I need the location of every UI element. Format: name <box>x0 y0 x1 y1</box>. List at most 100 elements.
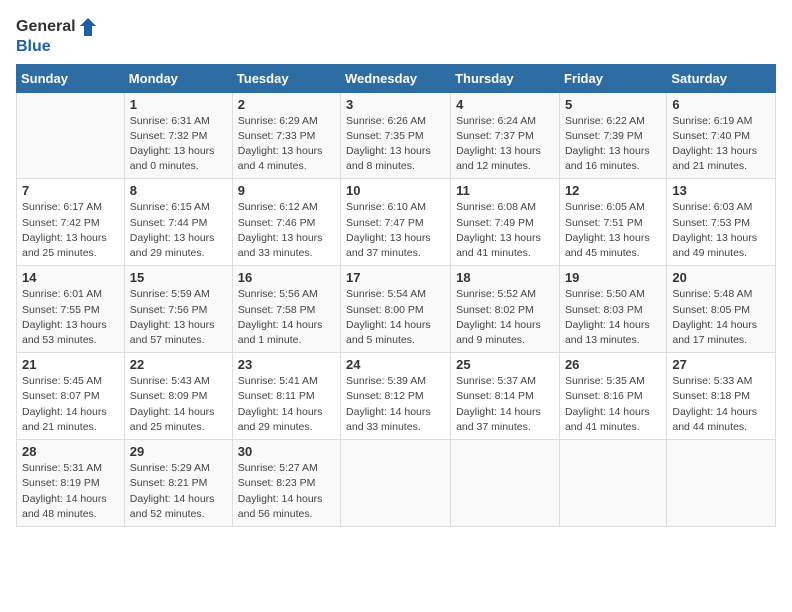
calendar-week-row: 28Sunrise: 5:31 AM Sunset: 8:19 PM Dayli… <box>17 440 776 527</box>
calendar-cell: 18 Sunrise: 5:52 AM Sunset: 8:02 PM Dayli… <box>451 266 560 353</box>
calendar-table: SundayMondayTuesdayWednesdayThursdayFrid… <box>16 64 776 527</box>
calendar-week-row: 1 Sunrise: 6:31 AM Sunset: 7:32 PM Daylig… <box>17 92 776 179</box>
calendar-cell: 8 Sunrise: 6:15 AM Sunset: 7:44 PM Daylig… <box>124 179 232 266</box>
day-info: Sunrise: 6:10 AM Sunset: 7:47 PM Dayligh… <box>346 200 445 261</box>
calendar-cell: 25 Sunrise: 5:37 AM Sunset: 8:14 PM Dayli… <box>451 353 560 440</box>
calendar-cell: 9 Sunrise: 6:12 AM Sunset: 7:46 PM Daylig… <box>232 179 340 266</box>
day-number: 11 <box>456 183 554 198</box>
day-info: Sunrise: 6:22 AM Sunset: 7:39 PM Dayligh… <box>565 114 661 175</box>
day-number: 25 <box>456 357 554 372</box>
calendar-cell: 6Sunrise: 6:19 AM Sunset: 7:40 PM Daylig… <box>667 92 776 179</box>
day-number: 7 <box>22 183 119 198</box>
calendar-cell: 10 Sunrise: 6:10 AM Sunset: 7:47 PM Dayli… <box>341 179 451 266</box>
day-info: Sunrise: 5:50 AM Sunset: 8:03 PM Dayligh… <box>565 287 661 348</box>
calendar-cell: 16 Sunrise: 5:56 AM Sunset: 7:58 PM Dayli… <box>232 266 340 353</box>
day-number: 28 <box>22 444 119 459</box>
day-info: Sunrise: 5:52 AM Sunset: 8:02 PM Dayligh… <box>456 287 554 348</box>
calendar-cell: 29Sunrise: 5:29 AM Sunset: 8:21 PM Dayli… <box>124 440 232 527</box>
calendar-cell: 7 Sunrise: 6:17 AM Sunset: 7:42 PM Daylig… <box>17 179 125 266</box>
logo-wordmark: General Blue <box>16 16 98 56</box>
calendar-cell <box>17 92 125 179</box>
calendar-cell: 1 Sunrise: 6:31 AM Sunset: 7:32 PM Daylig… <box>124 92 232 179</box>
day-number: 26 <box>565 357 661 372</box>
day-number: 15 <box>130 270 227 285</box>
day-number: 8 <box>130 183 227 198</box>
calendar-cell: 17 Sunrise: 5:54 AM Sunset: 8:00 PM Dayli… <box>341 266 451 353</box>
calendar-cell: 2 Sunrise: 6:29 AM Sunset: 7:33 PM Daylig… <box>232 92 340 179</box>
weekday-header-friday: Friday <box>559 64 666 92</box>
calendar-cell: 23 Sunrise: 5:41 AM Sunset: 8:11 PM Dayli… <box>232 353 340 440</box>
weekday-header-sunday: Sunday <box>17 64 125 92</box>
day-number: 18 <box>456 270 554 285</box>
day-number: 21 <box>22 357 119 372</box>
calendar-cell <box>667 440 776 527</box>
calendar-cell: 5 Sunrise: 6:22 AM Sunset: 7:39 PM Daylig… <box>559 92 666 179</box>
day-number: 12 <box>565 183 661 198</box>
weekday-header-row: SundayMondayTuesdayWednesdayThursdayFrid… <box>17 64 776 92</box>
day-number: 27 <box>672 357 770 372</box>
day-number: 10 <box>346 183 445 198</box>
calendar-cell <box>341 440 451 527</box>
day-info: Sunrise: 5:37 AM Sunset: 8:14 PM Dayligh… <box>456 374 554 435</box>
day-number: 1 <box>130 97 227 112</box>
day-info: Sunrise: 5:43 AM Sunset: 8:09 PM Dayligh… <box>130 374 227 435</box>
day-info: Sunrise: 5:27 AM Sunset: 8:23 PM Dayligh… <box>238 461 335 522</box>
day-number: 16 <box>238 270 335 285</box>
day-info: Sunrise: 5:48 AM Sunset: 8:05 PM Dayligh… <box>672 287 770 348</box>
calendar-cell: 27Sunrise: 5:33 AM Sunset: 8:18 PM Dayli… <box>667 353 776 440</box>
day-info: Sunrise: 5:45 AM Sunset: 8:07 PM Dayligh… <box>22 374 119 435</box>
day-info: Sunrise: 5:41 AM Sunset: 8:11 PM Dayligh… <box>238 374 335 435</box>
logo: General Blue <box>16 16 98 56</box>
day-info: Sunrise: 5:35 AM Sunset: 8:16 PM Dayligh… <box>565 374 661 435</box>
day-number: 17 <box>346 270 445 285</box>
day-info: Sunrise: 6:31 AM Sunset: 7:32 PM Dayligh… <box>130 114 227 175</box>
day-number: 9 <box>238 183 335 198</box>
day-number: 20 <box>672 270 770 285</box>
day-number: 24 <box>346 357 445 372</box>
logo-blue: Blue <box>16 38 51 55</box>
calendar-header: SundayMondayTuesdayWednesdayThursdayFrid… <box>17 64 776 92</box>
calendar-cell: 3Sunrise: 6:26 AM Sunset: 7:35 PM Daylig… <box>341 92 451 179</box>
calendar-cell: 20 Sunrise: 5:48 AM Sunset: 8:05 PM Dayli… <box>667 266 776 353</box>
day-number: 2 <box>238 97 335 112</box>
weekday-header-monday: Monday <box>124 64 232 92</box>
day-info: Sunrise: 6:05 AM Sunset: 7:51 PM Dayligh… <box>565 200 661 261</box>
logo-general: General <box>16 18 76 36</box>
calendar-week-row: 14 Sunrise: 6:01 AM Sunset: 7:55 PM Dayli… <box>17 266 776 353</box>
day-info: Sunrise: 6:03 AM Sunset: 7:53 PM Dayligh… <box>672 200 770 261</box>
day-info: Sunrise: 6:12 AM Sunset: 7:46 PM Dayligh… <box>238 200 335 261</box>
day-info: Sunrise: 6:01 AM Sunset: 7:55 PM Dayligh… <box>22 287 119 348</box>
calendar-cell: 14 Sunrise: 6:01 AM Sunset: 7:55 PM Dayli… <box>17 266 125 353</box>
weekday-header-tuesday: Tuesday <box>232 64 340 92</box>
day-number: 23 <box>238 357 335 372</box>
day-number: 14 <box>22 270 119 285</box>
calendar-cell: 28Sunrise: 5:31 AM Sunset: 8:19 PM Dayli… <box>17 440 125 527</box>
weekday-header-thursday: Thursday <box>451 64 560 92</box>
calendar-cell <box>451 440 560 527</box>
day-info: Sunrise: 6:24 AM Sunset: 7:37 PM Dayligh… <box>456 114 554 175</box>
day-info: Sunrise: 6:17 AM Sunset: 7:42 PM Dayligh… <box>22 200 119 261</box>
day-number: 29 <box>130 444 227 459</box>
day-number: 5 <box>565 97 661 112</box>
day-number: 13 <box>672 183 770 198</box>
calendar-cell: 21 Sunrise: 5:45 AM Sunset: 8:07 PM Dayli… <box>17 353 125 440</box>
calendar-cell <box>559 440 666 527</box>
day-info: Sunrise: 5:54 AM Sunset: 8:00 PM Dayligh… <box>346 287 445 348</box>
calendar-cell: 22Sunrise: 5:43 AM Sunset: 8:09 PM Dayli… <box>124 353 232 440</box>
calendar-cell: 4 Sunrise: 6:24 AM Sunset: 7:37 PM Daylig… <box>451 92 560 179</box>
day-info: Sunrise: 6:29 AM Sunset: 7:33 PM Dayligh… <box>238 114 335 175</box>
calendar-week-row: 7 Sunrise: 6:17 AM Sunset: 7:42 PM Daylig… <box>17 179 776 266</box>
day-info: Sunrise: 6:15 AM Sunset: 7:44 PM Dayligh… <box>130 200 227 261</box>
calendar-body: 1 Sunrise: 6:31 AM Sunset: 7:32 PM Daylig… <box>17 92 776 526</box>
calendar-cell: 12 Sunrise: 6:05 AM Sunset: 7:51 PM Dayli… <box>559 179 666 266</box>
day-info: Sunrise: 5:56 AM Sunset: 7:58 PM Dayligh… <box>238 287 335 348</box>
day-number: 4 <box>456 97 554 112</box>
day-info: Sunrise: 6:19 AM Sunset: 7:40 PM Dayligh… <box>672 114 770 175</box>
day-number: 3 <box>346 97 445 112</box>
day-info: Sunrise: 5:59 AM Sunset: 7:56 PM Dayligh… <box>130 287 227 348</box>
calendar-cell: 30 Sunrise: 5:27 AM Sunset: 8:23 PM Dayli… <box>232 440 340 527</box>
day-number: 30 <box>238 444 335 459</box>
day-number: 19 <box>565 270 661 285</box>
page-header: General Blue <box>16 16 776 56</box>
calendar-cell: 15 Sunrise: 5:59 AM Sunset: 7:56 PM Dayli… <box>124 266 232 353</box>
